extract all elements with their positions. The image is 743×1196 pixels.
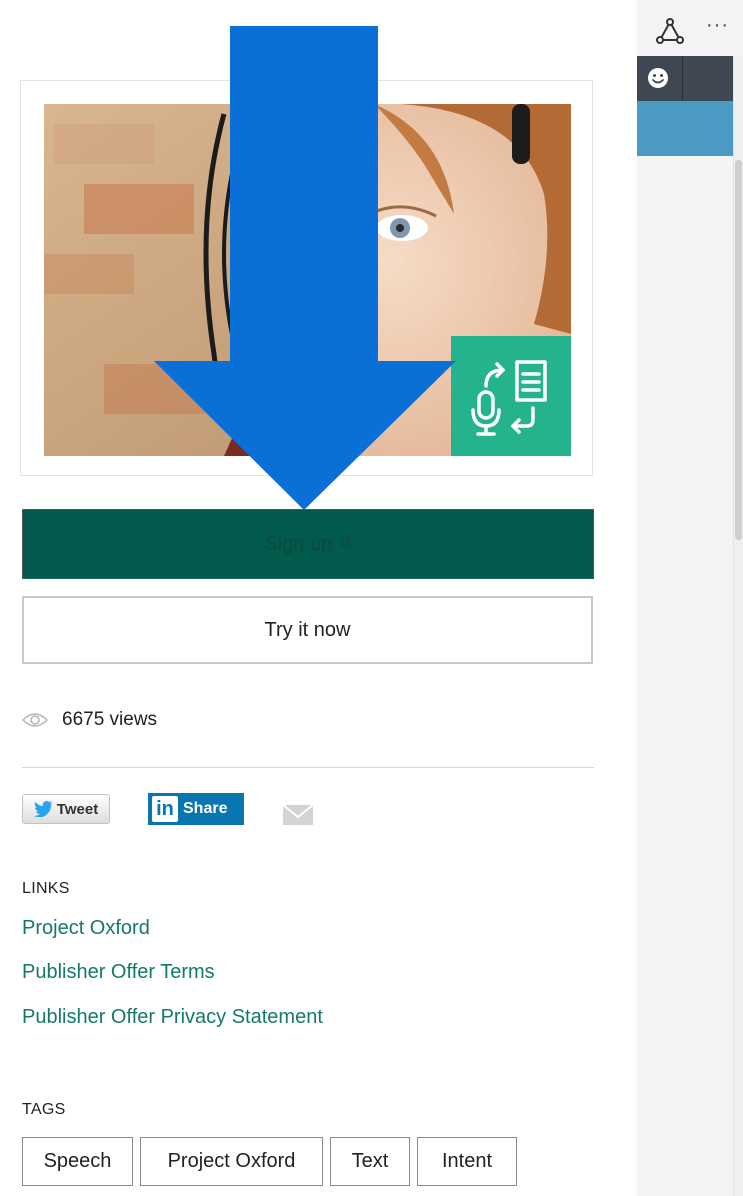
twitter-bird-icon	[33, 801, 53, 817]
sign-up-button[interactable]: Sign up ⧉	[22, 509, 594, 579]
linkedin-share-button[interactable]: in Share	[148, 793, 244, 825]
tags-heading: TAGS	[22, 1101, 66, 1118]
try-it-now-label: Try it now	[264, 618, 351, 641]
external-link-icon: ⧉	[340, 535, 352, 552]
view-count-text: 6675 views	[62, 709, 158, 730]
down-arrow-icon	[154, 26, 456, 510]
side-panel	[637, 0, 743, 1196]
link-publisher-privacy-statement[interactable]: Publisher Offer Privacy Statement	[22, 1006, 323, 1029]
try-it-now-button[interactable]: Try it now	[22, 596, 593, 664]
linkedin-logo-icon: in	[152, 796, 178, 822]
divider	[22, 767, 594, 768]
sign-up-label: Sign up	[264, 532, 333, 555]
more-options-button[interactable]: ···	[706, 14, 729, 37]
speech-to-text-icon	[471, 360, 547, 436]
tag-speech[interactable]: Speech	[22, 1137, 133, 1186]
scrollbar-thumb[interactable]	[735, 160, 742, 540]
tag-intent[interactable]: Intent	[417, 1137, 517, 1186]
link-project-oxford[interactable]: Project Oxford	[22, 917, 150, 940]
tag-project-oxford[interactable]: Project Oxford	[140, 1137, 323, 1186]
links-heading: LINKS	[22, 880, 70, 897]
email-share-icon[interactable]	[282, 804, 314, 826]
hub-icon[interactable]	[656, 18, 684, 46]
tweet-button[interactable]: Tweet	[22, 794, 110, 824]
linkedin-share-label: Share	[183, 800, 228, 817]
view-count: 6675 views	[22, 706, 157, 734]
tweet-label: Tweet	[56, 800, 99, 818]
smiley-icon	[648, 68, 668, 88]
feedback-button[interactable]	[637, 56, 683, 101]
panel-header	[637, 101, 733, 156]
link-publisher-offer-terms[interactable]: Publisher Offer Terms	[22, 961, 215, 984]
eye-icon	[22, 713, 48, 727]
tag-text[interactable]: Text	[330, 1137, 410, 1186]
speech-to-text-tile	[451, 336, 571, 456]
